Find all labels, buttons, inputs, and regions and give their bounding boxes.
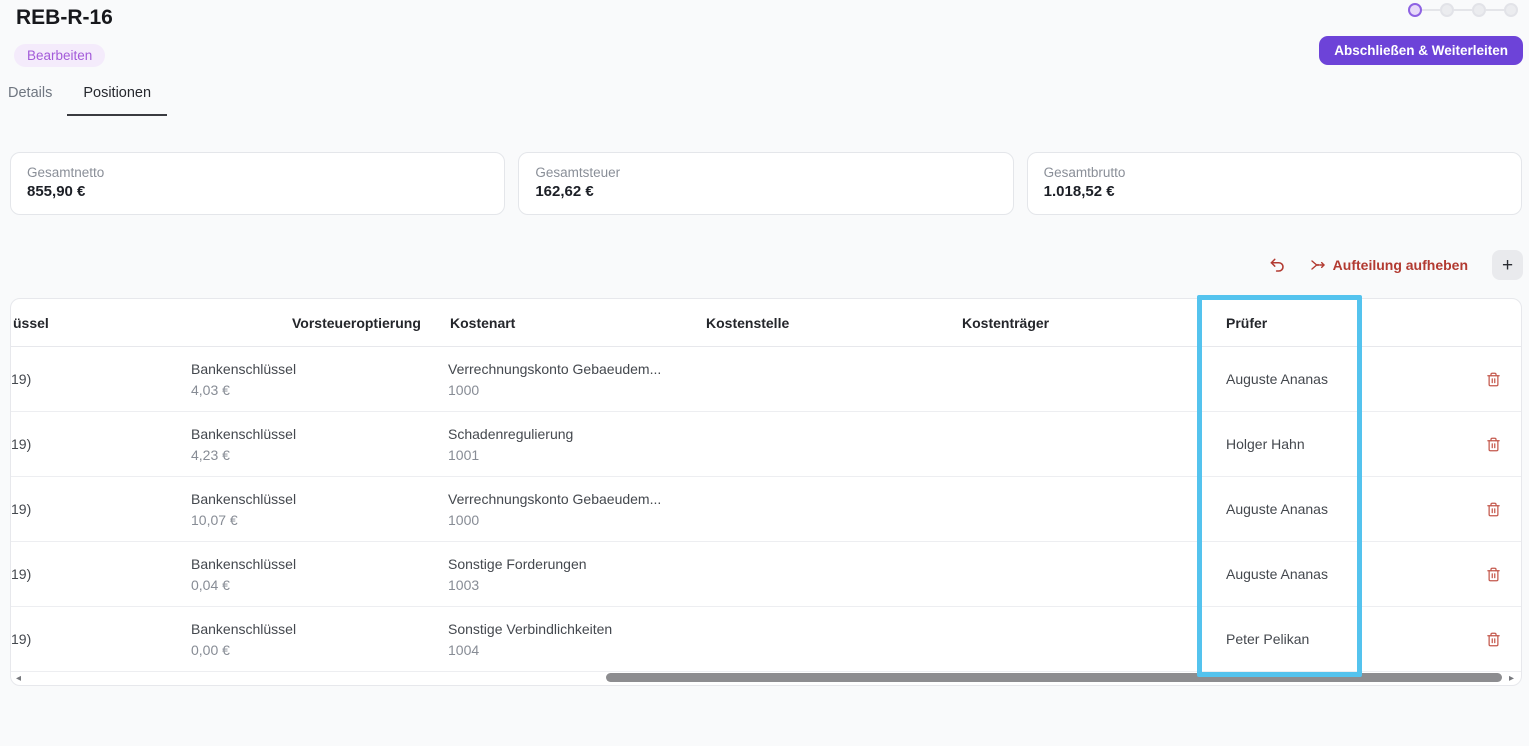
cell-kostenart: Schadenregulierung 1001: [448, 425, 574, 463]
remove-split-action[interactable]: Aufteilung aufheben: [1310, 257, 1468, 273]
trash-icon: [1486, 502, 1501, 517]
col-header-pruefer: Prüfer: [1226, 314, 1268, 331]
step-connector: [1486, 9, 1504, 11]
delete-row-button[interactable]: [1484, 630, 1503, 649]
cell-kostenart: Sonstige Forderungen 1003: [448, 555, 587, 593]
cell-pruefer: Auguste Ananas: [1226, 371, 1328, 387]
trash-icon: [1486, 567, 1501, 582]
table-toolbar: Aufteilung aufheben +: [1268, 250, 1523, 280]
col-header-kostenart: Kostenart: [450, 314, 516, 331]
delete-row-button[interactable]: [1484, 370, 1503, 389]
table-row[interactable]: 19) Bankenschlüssel 4,23 € Schadenregulie…: [11, 412, 1521, 477]
card-value: 1.018,52 €: [1043, 183, 1115, 200]
cell-pruefer: Holger Hahn: [1226, 436, 1305, 452]
step-connector: [1454, 9, 1472, 11]
page-title: REB-R-16: [16, 6, 113, 29]
col-header-vorsteueroptierung: Vorsteueroptierung: [292, 314, 421, 331]
undo-arrow-icon: [1268, 256, 1286, 274]
table-row[interactable]: 19) Bankenschlüssel 4,03 € Verrechnungsko…: [11, 347, 1521, 412]
col-header-kostenstelle: Kostenstelle: [706, 314, 790, 331]
step-dot-4[interactable]: [1504, 3, 1518, 17]
scroll-left-icon[interactable]: ◂: [16, 673, 21, 684]
merge-arrow-icon: [1310, 257, 1326, 273]
cell-steuerschluessel: 19): [11, 436, 32, 452]
step-dot-1[interactable]: [1408, 3, 1422, 17]
cell-vorsteuer: Bankenschlüssel 4,03 €: [191, 360, 297, 398]
card-gesamtnetto: Gesamtnetto 855,90 €: [10, 152, 506, 215]
summary-cards: Gesamtnetto 855,90 € Gesamtsteuer 162,62…: [10, 152, 1522, 215]
table-header-row: üssel Vorsteueroptierung Kostenart Koste…: [11, 299, 1521, 347]
scrollbar-thumb[interactable]: [606, 673, 1502, 682]
cell-vorsteuer: Bankenschlüssel 10,07 €: [191, 490, 297, 528]
complete-forward-button[interactable]: Abschließen & Weiterleiten: [1319, 36, 1523, 65]
table-row[interactable]: 19) Bankenschlüssel 0,00 € Sonstige Verbi…: [11, 607, 1521, 672]
col-header-kostentraeger: Kostenträger: [962, 314, 1050, 331]
card-label: Gesamtnetto: [27, 165, 105, 180]
card-gesamtbrutto: Gesamtbrutto 1.018,52 €: [1026, 152, 1522, 215]
cell-kostenart: Verrechnungskonto Gebaeudem... 1000: [448, 360, 662, 398]
cell-pruefer: Peter Pelikan: [1226, 631, 1310, 647]
card-label: Gesamtbrutto: [1043, 165, 1126, 180]
horizontal-scrollbar[interactable]: ◂ ▸: [11, 670, 1521, 685]
add-position-button[interactable]: +: [1492, 250, 1523, 280]
card-label: Gesamtsteuer: [535, 165, 621, 180]
trash-icon: [1486, 437, 1501, 452]
cell-actions: [1378, 565, 1521, 584]
cell-actions: [1378, 435, 1521, 454]
cell-vorsteuer: Bankenschlüssel 4,23 €: [191, 425, 297, 463]
card-gesamtsteuer: Gesamtsteuer 162,62 €: [518, 152, 1014, 215]
cell-pruefer: Auguste Ananas: [1226, 501, 1328, 517]
table-row[interactable]: 19) Bankenschlüssel 10,07 € Verrechnungsk…: [11, 477, 1521, 542]
tab-details[interactable]: Details: [8, 85, 67, 116]
table-row[interactable]: 19) Bankenschlüssel 0,04 € Sonstige Forde…: [11, 542, 1521, 607]
scroll-right-icon[interactable]: ▸: [1509, 673, 1514, 684]
cell-kostenart: Sonstige Verbindlichkeiten 1004: [448, 620, 613, 658]
step-dot-2[interactable]: [1440, 3, 1454, 17]
card-value: 162,62 €: [535, 183, 594, 200]
cell-steuerschluessel: 19): [11, 631, 32, 647]
delete-row-button[interactable]: [1484, 435, 1503, 454]
progress-stepper: [1408, 3, 1518, 17]
tab-bar: Details Positionen: [8, 85, 168, 116]
delete-row-button[interactable]: [1484, 500, 1503, 519]
cell-actions: [1378, 370, 1521, 389]
invoice-positions-page: REB-R-16 Bearbeiten Abschließen & Weiter…: [0, 0, 1529, 746]
cell-pruefer: Auguste Ananas: [1226, 566, 1328, 582]
delete-row-button[interactable]: [1484, 565, 1503, 584]
step-dot-3[interactable]: [1472, 3, 1486, 17]
cell-vorsteuer: Bankenschlüssel 0,04 €: [191, 555, 297, 593]
cell-steuerschluessel: 19): [11, 566, 32, 582]
remove-split-label: Aufteilung aufheben: [1332, 257, 1468, 273]
cell-actions: [1378, 500, 1521, 519]
step-connector: [1422, 9, 1440, 11]
undo-button[interactable]: [1268, 256, 1286, 274]
cell-actions: [1378, 630, 1521, 649]
trash-icon: [1486, 372, 1501, 387]
col-header-steuerschluessel: üssel: [13, 314, 49, 331]
cell-steuerschluessel: 19): [11, 501, 32, 517]
cell-vorsteuer: Bankenschlüssel 0,00 €: [191, 620, 297, 658]
positions-table: üssel Vorsteueroptierung Kostenart Koste…: [10, 298, 1522, 686]
status-badge: Bearbeiten: [14, 44, 106, 67]
cell-kostenart: Verrechnungskonto Gebaeudem... 1000: [448, 490, 662, 528]
card-value: 855,90 €: [27, 183, 86, 200]
cell-steuerschluessel: 19): [11, 371, 32, 387]
trash-icon: [1486, 632, 1501, 647]
tab-positionen[interactable]: Positionen: [67, 85, 168, 116]
